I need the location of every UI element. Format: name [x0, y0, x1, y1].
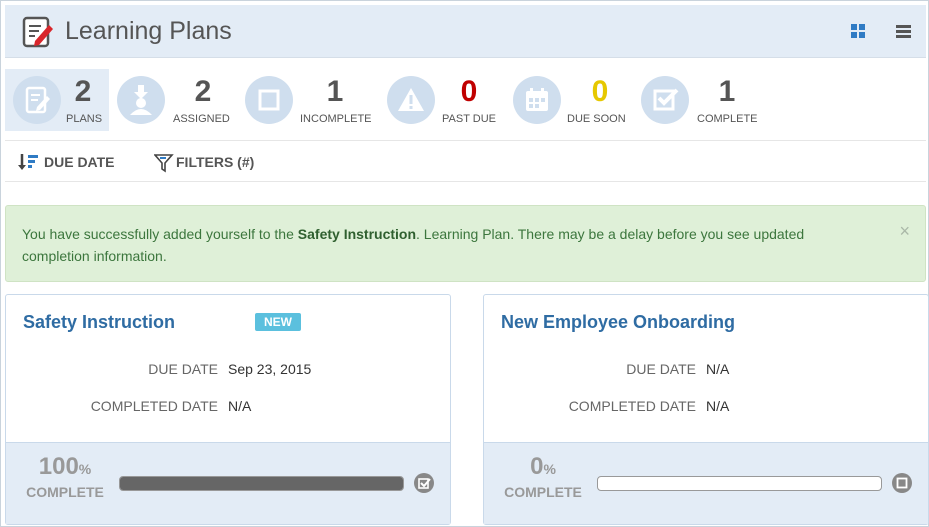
percent-number: 100 — [38, 453, 79, 480]
stat-plans[interactable]: 2 PLANS — [5, 69, 109, 131]
stat-due-soon-label: DUE SOON — [567, 113, 626, 125]
sort-due-date-label: DUE DATE — [44, 154, 115, 170]
plan-title-link[interactable]: New Employee Onboarding — [501, 312, 735, 333]
stat-assigned[interactable]: 2 ASSIGNED — [109, 69, 233, 131]
stats-bar: 2 PLANS 2 ASSIGNED 1 INCOMPLETE 0 PAST D… — [5, 65, 926, 141]
checkbox-icon — [653, 88, 679, 111]
stat-past-due-circle — [387, 76, 435, 124]
panel-header: Learning Plans — [5, 5, 926, 58]
close-icon[interactable]: × — [899, 221, 910, 242]
stat-complete-label: COMPLETE — [697, 113, 758, 125]
stat-due-soon[interactable]: 0 DUE SOON — [505, 69, 629, 131]
complete-label: COMPLETE — [26, 484, 104, 500]
percent-complete: 100% — [6, 453, 124, 481]
warning-icon — [398, 88, 424, 111]
stat-due-soon-count: 0 — [591, 75, 609, 108]
alert-plan-name: Safety Instruction — [297, 226, 417, 242]
completed-date-label: COMPLETED DATE — [568, 398, 696, 414]
stat-incomplete-count: 1 — [326, 75, 344, 108]
filters-button[interactable]: FILTERS (#) — [154, 153, 269, 173]
percent-number: 0 — [530, 453, 544, 480]
stat-assigned-circle — [117, 76, 165, 124]
alert-text-prefix: You have successfully added yourself to … — [22, 226, 298, 242]
stat-due-soon-circle — [513, 76, 561, 124]
sort-due-date-button[interactable]: DUE DATE — [18, 153, 128, 173]
learning-plan-card: Safety Instruction NEW DUE DATE Sep 23, … — [5, 294, 451, 525]
completed-date-value: N/A — [228, 398, 252, 414]
due-date-value: N/A — [706, 361, 730, 377]
stat-plans-count: 2 — [74, 75, 92, 108]
stat-plans-label: PLANS — [66, 113, 103, 125]
calendar-icon — [526, 88, 548, 111]
success-alert: You have successfully added yourself to … — [5, 205, 926, 282]
due-date-label: DUE DATE — [626, 361, 696, 377]
completed-date-label: COMPLETED DATE — [90, 398, 218, 414]
sort-icon — [18, 154, 38, 170]
progress-footer: 0% COMPLETE — [484, 442, 928, 524]
filter-funnel-icon — [154, 154, 174, 173]
plan-title-link[interactable]: Safety Instruction — [23, 312, 175, 333]
document-icon — [25, 86, 50, 114]
stat-complete[interactable]: 1 COMPLETE — [633, 69, 763, 131]
progress-fill — [120, 477, 403, 490]
user-download-icon — [130, 85, 152, 115]
progress-bar — [597, 476, 882, 491]
grid-view-icon[interactable] — [851, 24, 866, 39]
learning-plans-panel: Learning Plans 2 PLANS 2 ASSIGNED 1 INCO… — [0, 0, 929, 527]
stat-past-due-label: PAST DUE — [442, 113, 496, 125]
page-title: Learning Plans — [65, 17, 232, 45]
sort-filter-toolbar: DUE DATE FILTERS (#) — [5, 142, 926, 182]
alert-message: You have successfully added yourself to … — [22, 223, 862, 267]
stat-past-due-count: 0 — [460, 75, 478, 108]
stat-plans-circle — [13, 76, 61, 124]
complete-label: COMPLETE — [504, 484, 582, 500]
checked-circle-icon — [414, 473, 434, 493]
stat-complete-count: 1 — [718, 75, 736, 108]
percent-sign: % — [78, 461, 92, 477]
stat-assigned-label: ASSIGNED — [173, 113, 230, 125]
stat-incomplete-label: INCOMPLETE — [300, 113, 372, 125]
list-view-icon[interactable] — [896, 24, 911, 39]
new-badge: NEW — [255, 313, 301, 331]
progress-footer: 100% COMPLETE — [6, 442, 450, 524]
percent-sign: % — [543, 461, 556, 477]
completed-date-value: N/A — [706, 398, 730, 414]
stat-past-due[interactable]: 0 PAST DUE — [379, 69, 503, 131]
stat-incomplete[interactable]: 1 INCOMPLETE — [237, 69, 377, 131]
progress-bar — [119, 476, 404, 491]
stat-complete-circle — [641, 76, 689, 124]
learning-plan-card: New Employee Onboarding DUE DATE N/A COM… — [483, 294, 929, 525]
square-icon — [258, 89, 280, 111]
percent-complete: 0% — [484, 453, 602, 481]
stat-incomplete-circle — [245, 76, 293, 124]
stat-assigned-count: 2 — [194, 75, 212, 108]
filters-label: FILTERS (#) — [176, 154, 255, 170]
edit-document-icon — [22, 16, 53, 48]
stop-circle-icon — [892, 473, 912, 493]
due-date-value: Sep 23, 2015 — [228, 361, 312, 377]
due-date-label: DUE DATE — [148, 361, 218, 377]
